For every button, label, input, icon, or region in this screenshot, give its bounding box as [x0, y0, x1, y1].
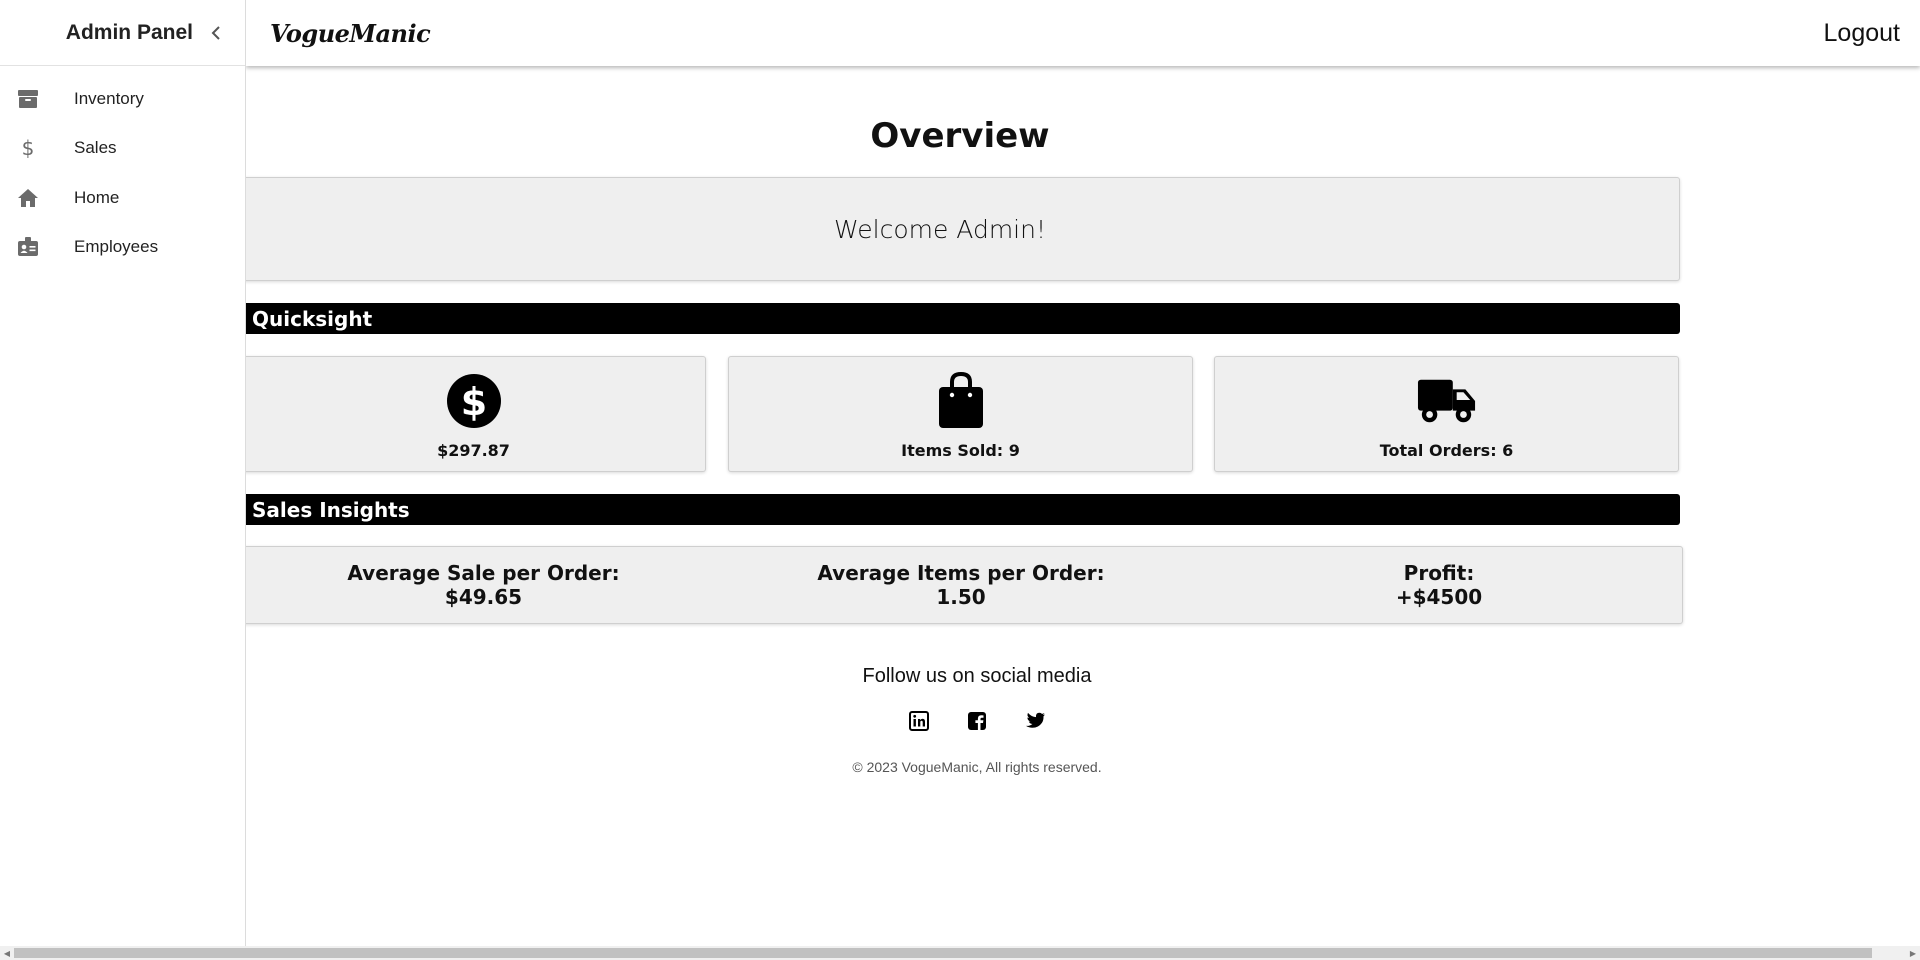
social-heading: Follow us on social media [862, 665, 1092, 687]
sidebar-item-label: Home [74, 187, 120, 207]
total-orders-value: Total Orders: 6 [1379, 441, 1514, 460]
archive-icon [17, 88, 39, 110]
twitter-icon[interactable] [1024, 710, 1046, 732]
profit-value: +$4500 [1395, 585, 1483, 609]
logout-button[interactable]: Logout [1824, 19, 1900, 48]
avg-sale-label: Average Sale per Order: [347, 561, 620, 585]
avg-items-value: 1.50 [936, 585, 986, 609]
sidebar-item-employees[interactable]: Employees [0, 223, 245, 273]
avg-sale-value: $49.65 [444, 585, 523, 609]
sidebar-item-label: Inventory [74, 88, 144, 108]
profit-stat: Profit: +$4500 [1239, 561, 1639, 609]
sales-insights-panel: Average Sale per Order: $49.65 Average I… [200, 546, 1683, 624]
avg-sale-stat: Average Sale per Order: $49.65 [242, 561, 725, 609]
revenue-card: $ $297.87 [241, 356, 706, 472]
avg-items-stat: Average Items per Order: 1.50 [761, 561, 1161, 609]
truck-icon [1417, 371, 1477, 431]
page-title: Overview [870, 116, 1050, 156]
scrollbar-thumb[interactable] [14, 948, 1872, 958]
sidebar-item-sales[interactable]: $ Sales [0, 124, 245, 174]
facebook-icon[interactable] [966, 710, 988, 732]
quicksight-heading: Quicksight [200, 303, 1680, 334]
sidebar-item-home[interactable]: Home [0, 173, 245, 223]
sales-insights-heading: Sales Insights [200, 494, 1680, 525]
dollar-icon: $ [17, 137, 39, 159]
home-icon [17, 187, 39, 209]
id-badge-icon [17, 236, 39, 258]
sales-insights-heading-text: Sales Insights [252, 497, 410, 522]
items-sold-value: Items Sold: 9 [901, 441, 1020, 460]
sidebar-item-label: Sales [74, 138, 117, 158]
scroll-right-icon[interactable]: ▶ [1906, 946, 1920, 960]
sidebar-nav: Inventory $ Sales Home Employees [0, 66, 245, 272]
shopping-bag-icon [931, 371, 991, 431]
quicksight-heading-text: Quicksight [252, 306, 373, 331]
sidebar: Admin Panel Inventory $ Sales Home Emplo… [0, 0, 246, 946]
welcome-panel: Welcome Admin! [200, 177, 1680, 281]
top-bar: VogueManic Logout [246, 0, 1920, 66]
welcome-text: Welcome Admin! [834, 214, 1046, 244]
avg-items-label: Average Items per Order: [817, 561, 1105, 585]
svg-text:$: $ [22, 137, 35, 159]
sidebar-item-inventory[interactable]: Inventory [0, 74, 245, 124]
sidebar-title: Admin Panel [65, 20, 193, 44]
revenue-value: $297.87 [437, 441, 510, 460]
chevron-left-icon[interactable] [209, 25, 223, 40]
total-orders-card: Total Orders: 6 [1214, 356, 1679, 472]
items-sold-card: Items Sold: 9 [728, 356, 1193, 472]
dollar-circle-icon: $ [444, 371, 504, 431]
sidebar-header: Admin Panel [0, 0, 245, 66]
scroll-left-icon[interactable]: ◀ [0, 946, 14, 960]
brand-logo[interactable]: VogueManic [270, 19, 431, 48]
main-content: Overview Welcome Admin! Quicksight $ $29… [0, 66, 1920, 946]
profit-label: Profit: [1403, 561, 1475, 585]
social-links [0, 710, 1920, 732]
copyright-text: © 2023 VogueManic, All rights reserved. [852, 759, 1102, 775]
svg-text:$: $ [460, 380, 486, 424]
linkedin-icon[interactable] [908, 710, 930, 732]
horizontal-scrollbar[interactable]: ◀ ▶ [0, 946, 1920, 960]
sidebar-item-label: Employees [74, 237, 159, 257]
